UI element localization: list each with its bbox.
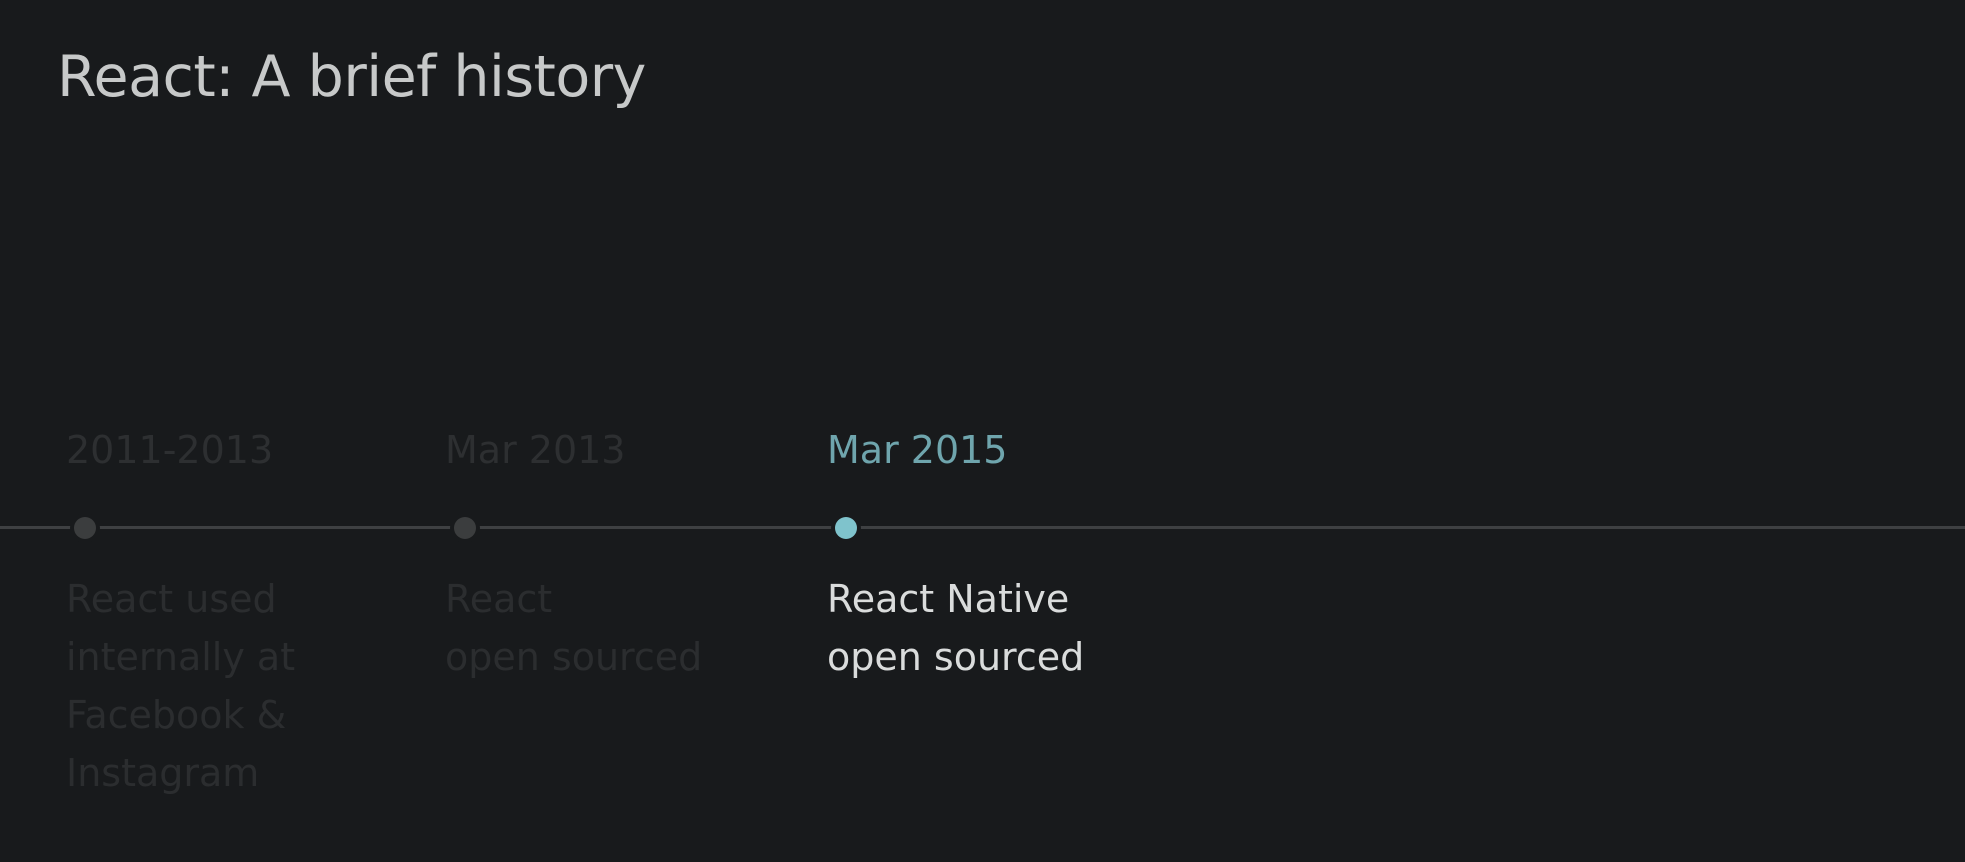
description-line: open sourced [827,635,1085,679]
description-line: open sourced [445,635,703,679]
description-line: internally at [66,635,296,679]
timeline-event-date-active: Mar 2015 [827,428,1008,472]
timeline-node [450,513,480,543]
description-line: Instagram [66,751,260,795]
timeline-dot [454,517,476,539]
timeline-node-active [831,513,861,543]
timeline-line [0,526,1965,529]
presentation-slide: React: A brief history 2011-2013 React u… [0,0,1965,862]
timeline-node [70,513,100,543]
description-line: React used [66,577,277,621]
timeline-event-description: React used internally at Facebook & Inst… [66,570,295,802]
timeline-dot [74,517,96,539]
description-line: React Native [827,577,1070,621]
timeline-dot-active [835,517,857,539]
timeline-event-description-active: React Native open sourced [827,570,1084,686]
timeline-event-date: 2011-2013 [66,428,274,472]
description-line: Facebook & [66,693,287,737]
description-line: React [445,577,553,621]
timeline-event-description: React open sourced [445,570,702,686]
slide-title: React: A brief history [57,44,646,110]
timeline-event-date: Mar 2013 [445,428,626,472]
